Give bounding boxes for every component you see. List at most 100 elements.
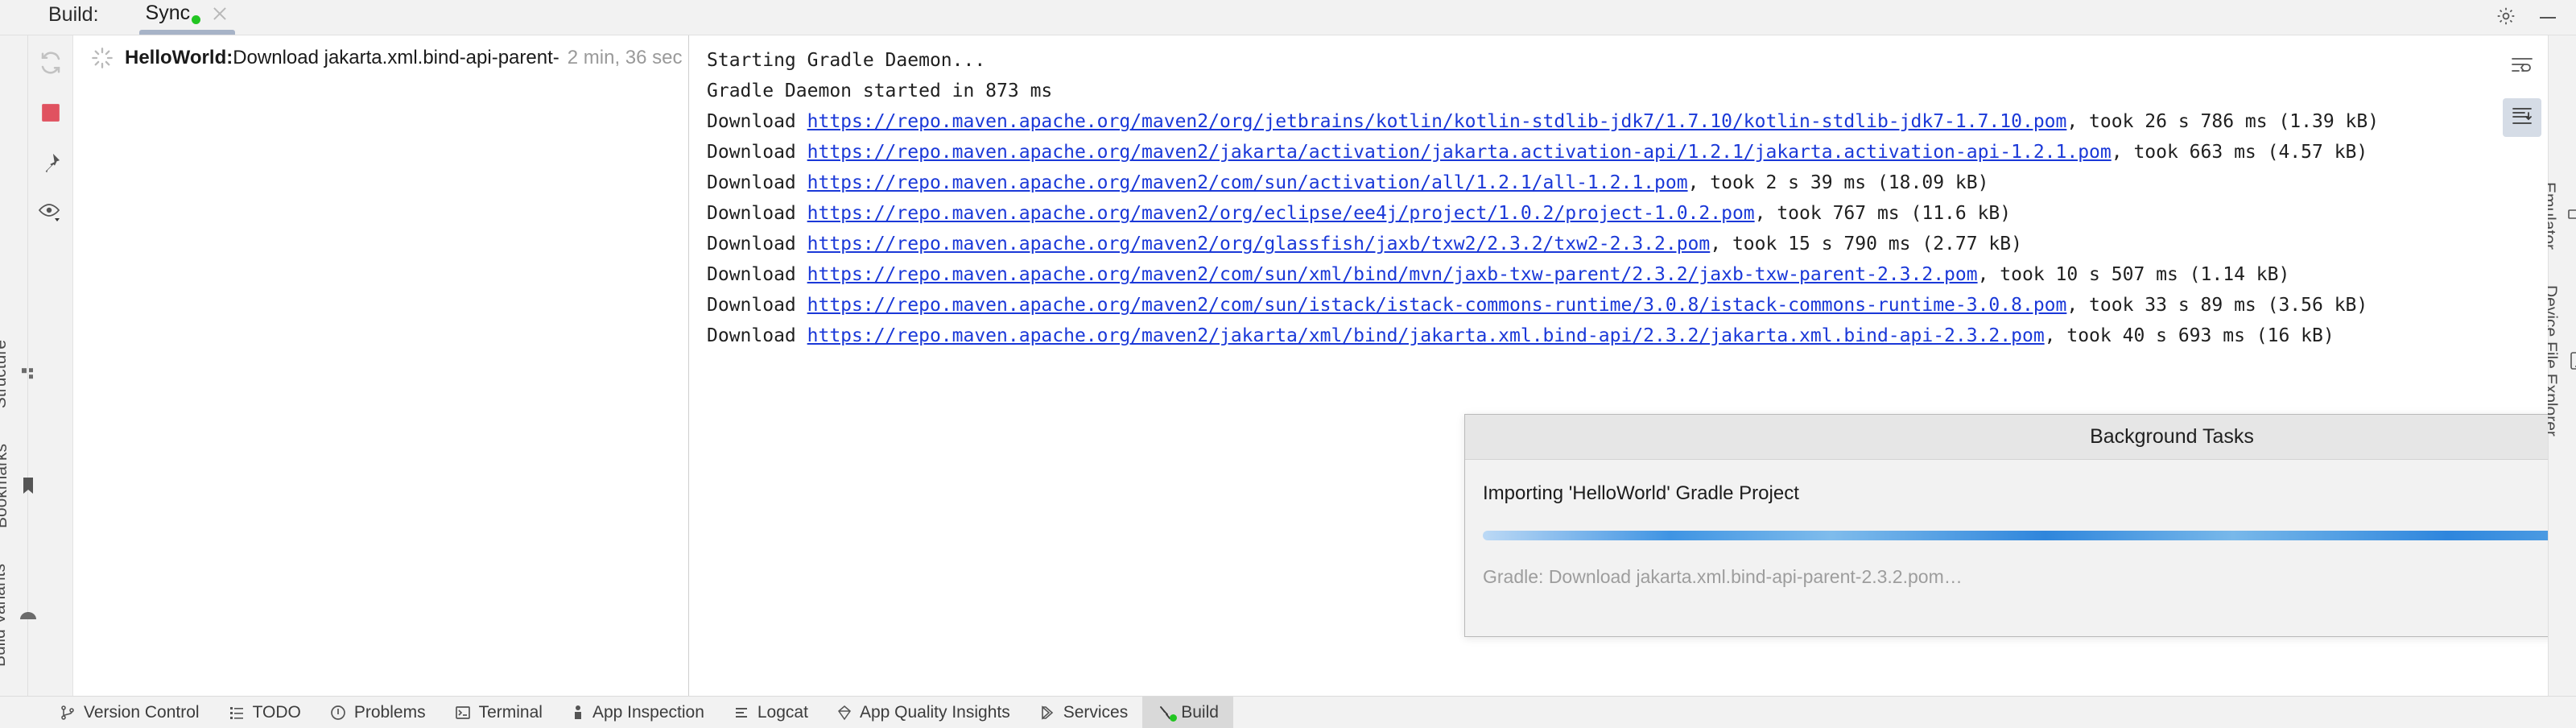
status-bar-item-label: Version Control [84, 702, 200, 722]
build-console[interactable]: Starting Gradle Daemon... Gradle Daemon s… [689, 35, 2548, 696]
filter-button[interactable] [33, 196, 68, 232]
android-studio-build-window: Build: Sync Structure Bookmarks Build Va… [0, 0, 2576, 728]
background-tasks-body: Importing 'HelloWorld' Gradle Project Gr… [1465, 460, 2548, 636]
close-icon[interactable] [211, 5, 229, 23]
console-line-suffix: , took 15 s 790 ms (2.77 kB) [1710, 234, 2022, 254]
terminal-icon [455, 705, 471, 721]
status-bar-item-label: Services [1063, 702, 1129, 722]
right-tool-stripe: Emulator Device File Explorer [2540, 35, 2576, 696]
restart-button[interactable] [33, 47, 68, 82]
console-line-prefix: Download [707, 142, 807, 163]
status-bar-item-label: App Inspection [592, 702, 704, 722]
progress-bar [1483, 531, 2548, 540]
emulator-icon [2568, 208, 2576, 224]
console-line-suffix: , took 26 s 786 ms (1.39 kB) [2066, 111, 2380, 132]
build-tree-panel[interactable]: HelloWorld: Download jakarta.xml.bind-ap… [73, 35, 689, 696]
status-bar-item-todo[interactable]: TODO [214, 697, 316, 728]
console-line-prefix: Download [707, 264, 807, 285]
console-line-url[interactable]: https://repo.maven.apache.org/maven2/com… [807, 295, 2067, 316]
scroll-to-end-button[interactable] [2503, 98, 2541, 137]
status-bar-item-logcat[interactable]: Logcat [719, 697, 823, 728]
console-line-suffix: , took 2 s 39 ms (18.09 kB) [1687, 172, 1989, 193]
sidebar-item-structure[interactable]: Structure [0, 322, 36, 426]
console-line-prefix: Download [707, 111, 807, 132]
console-line-prefix: Download [707, 203, 807, 224]
status-bar-item-services[interactable]: Services [1025, 697, 1143, 728]
minimize-icon[interactable] [2537, 6, 2558, 27]
status-bar-item-terminal[interactable]: Terminal [440, 697, 557, 728]
tab-sync-status-dot [192, 15, 201, 24]
console-line: Starting Gradle Daemon... [707, 50, 986, 71]
console-line-url[interactable]: https://repo.maven.apache.org/maven2/com… [807, 172, 1688, 193]
console-line-url[interactable]: https://repo.maven.apache.org/maven2/jak… [807, 142, 2112, 163]
sidebar-item-structure-label: Structure [0, 339, 10, 408]
logcat-icon [733, 705, 749, 721]
left-tool-stripe: Structure Bookmarks Build Variants [0, 35, 36, 696]
background-tasks-title: Background Tasks [2090, 425, 2254, 448]
stop-button[interactable] [33, 97, 68, 132]
pin-button[interactable] [33, 147, 68, 182]
console-line: Download https://repo.maven.apache.org/m… [707, 106, 2548, 137]
bookmark-icon [21, 477, 35, 494]
background-task-progress-row [1483, 523, 2548, 548]
warning-icon [330, 705, 346, 721]
soft-wrap-button[interactable] [2503, 47, 2541, 85]
status-bar-item-label: Terminal [478, 702, 543, 722]
tab-strip: Sync [133, 0, 242, 35]
sidebar-item-bookmarks[interactable]: Bookmarks [0, 426, 35, 546]
console-line-url[interactable]: https://repo.maven.apache.org/maven2/org… [807, 111, 2067, 132]
status-bar-item-label: Logcat [757, 702, 808, 722]
tree-row-task: Download jakarta.xml.bind-api-parent- [233, 47, 559, 68]
branch-icon [60, 705, 76, 721]
sidebar-item-build-variants-label: Build Variants [0, 563, 9, 667]
header-left-gutter [0, 0, 48, 35]
console-line-suffix: , took 40 s 693 ms (16 kB) [2044, 325, 2334, 346]
sidebar-item-build-variants[interactable]: Build Variants [0, 546, 37, 685]
status-bar-item-label: Build [1181, 702, 1219, 722]
structure-icon [20, 366, 36, 382]
console-output: Starting Gradle Daemon... Gradle Daemon s… [707, 45, 2548, 351]
console-line-url[interactable]: https://repo.maven.apache.org/maven2/jak… [807, 325, 2045, 346]
table-row[interactable]: HelloWorld: Download jakarta.xml.bind-ap… [73, 42, 688, 74]
console-line-suffix: , took 10 s 507 ms (1.14 kB) [1977, 264, 2290, 285]
console-line-suffix: , took 767 ms (11.6 kB) [1754, 203, 2012, 224]
gear-icon[interactable] [2496, 6, 2516, 27]
status-bar-item-build[interactable]: Build [1142, 697, 1233, 728]
console-line: Download https://repo.maven.apache.org/m… [707, 290, 2548, 321]
console-line-url[interactable]: https://repo.maven.apache.org/maven2/org… [807, 234, 1711, 254]
status-badge [1170, 714, 1178, 722]
console-line: Download https://repo.maven.apache.org/m… [707, 321, 2548, 351]
console-line: Download https://repo.maven.apache.org/m… [707, 259, 2548, 290]
console-line-url[interactable]: https://repo.maven.apache.org/maven2/org… [807, 203, 1755, 224]
background-tasks-popup: Background Tasks Importing 'HelloWorld' … [1464, 414, 2548, 637]
console-line-prefix: Download [707, 172, 807, 193]
console-line: Download https://repo.maven.apache.org/m… [707, 229, 2548, 259]
tab-sync-label: Sync [145, 2, 191, 24]
console-line: Download https://repo.maven.apache.org/m… [707, 168, 2548, 198]
tree-row-project: HelloWorld: [125, 47, 233, 68]
list-icon [229, 705, 245, 721]
build-toolwindow-header: Build: Sync [0, 0, 2576, 35]
console-line: Gradle Daemon started in 873 ms [707, 81, 1053, 101]
status-bar-item-app-quality-insights[interactable]: App Quality Insights [823, 697, 1025, 728]
soft-wrap-icon [2511, 56, 2533, 77]
status-bar-item-version-control[interactable]: Version Control [45, 697, 214, 728]
build-body: Structure Bookmarks Build Variants Hello… [0, 35, 2576, 696]
console-line-url[interactable]: https://repo.maven.apache.org/maven2/com… [807, 264, 1978, 285]
device-icon [2570, 351, 2576, 370]
services-icon [1039, 705, 1055, 721]
status-bar-item-label: Problems [353, 702, 426, 722]
status-bar-item-app-inspection[interactable]: App Inspection [557, 697, 719, 728]
console-line-prefix: Download [707, 234, 807, 254]
eye-dropdown-icon [38, 202, 64, 227]
console-line: Download https://repo.maven.apache.org/m… [707, 198, 2548, 229]
status-bar-item-label: TODO [252, 702, 301, 722]
status-bar-item-problems[interactable]: Problems [316, 697, 440, 728]
background-task-name: Importing 'HelloWorld' Gradle Project [1483, 482, 1799, 504]
tab-sync[interactable]: Sync [133, 0, 242, 35]
page-title: Build: [48, 3, 99, 26]
background-task-status: Gradle: Download jakarta.xml.bind-api-pa… [1483, 566, 1963, 587]
restart-icon [39, 51, 63, 79]
background-tasks-header: Background Tasks [1465, 415, 2548, 460]
pin-icon [39, 151, 62, 178]
